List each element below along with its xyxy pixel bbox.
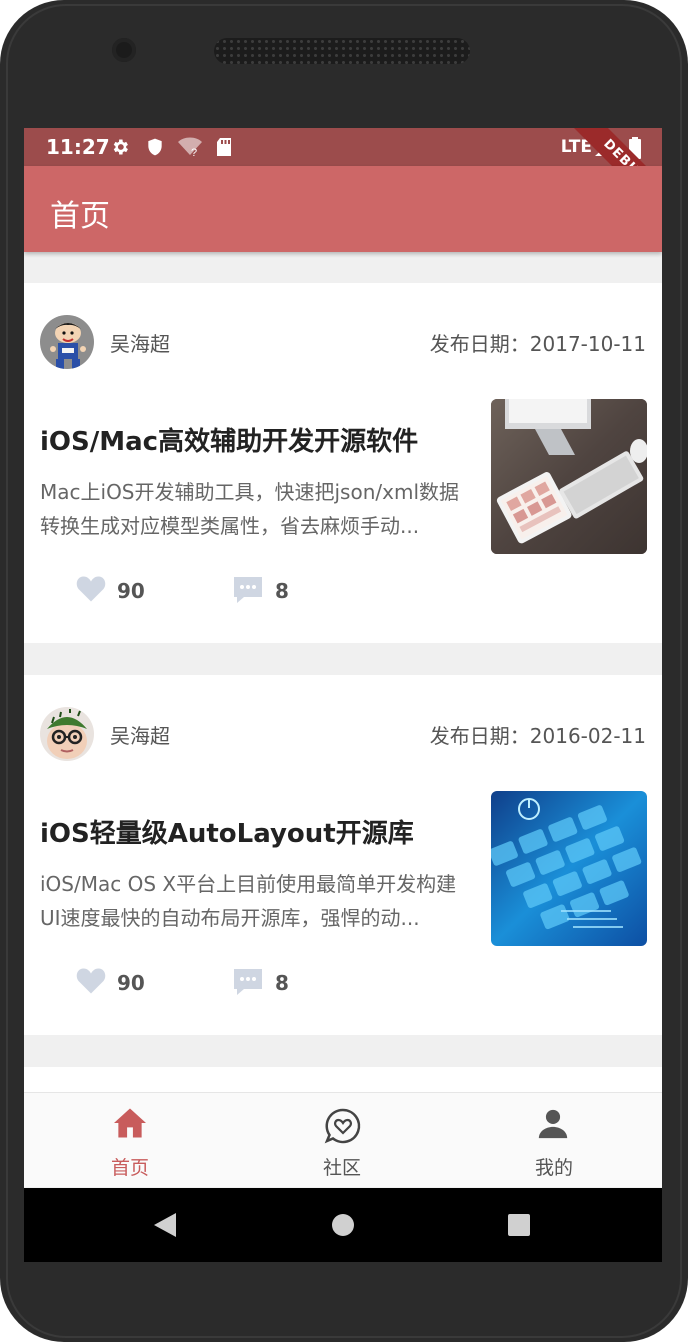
home-icon bbox=[114, 1108, 146, 1138]
status-time: 11:27 bbox=[46, 135, 110, 159]
author-avatar[interactable] bbox=[40, 707, 94, 761]
like-count: 90 bbox=[117, 971, 145, 995]
heart-icon[interactable] bbox=[76, 967, 106, 995]
nav-item-community[interactable]: 社区 bbox=[236, 1093, 448, 1187]
comment-icon[interactable] bbox=[232, 967, 264, 997]
comment-count: 8 bbox=[275, 579, 289, 603]
publish-date: 发布日期：2016-02-11 bbox=[429, 724, 646, 748]
gear-icon bbox=[113, 139, 128, 155]
wifi-unknown-icon: ? bbox=[178, 137, 202, 157]
bottom-navigation: 首页 社区 我的 bbox=[24, 1092, 662, 1187]
page-title: 首页 bbox=[50, 199, 110, 234]
phone-frame: 11:27 ? LTE DEBUG 首页 吴海超 发布日期：2017-10-11… bbox=[0, 0, 688, 1342]
heart-icon[interactable] bbox=[76, 575, 106, 603]
app-bar: 首页 bbox=[24, 166, 662, 252]
recents-icon[interactable] bbox=[507, 1213, 531, 1237]
earpiece-speaker bbox=[214, 38, 470, 64]
author-name[interactable]: 吴海超 bbox=[110, 328, 170, 357]
nav-item-home[interactable]: 首页 bbox=[24, 1093, 236, 1187]
app-screen: 11:27 ? LTE DEBUG 首页 吴海超 发布日期：2017-10-11… bbox=[24, 128, 662, 1262]
home-circle-icon[interactable] bbox=[330, 1212, 356, 1238]
article-card[interactable]: 吴海超 发布日期：2016-02-11 iOS轻量级AutoLayout开源库 … bbox=[24, 675, 662, 1035]
like-count: 90 bbox=[117, 579, 145, 603]
shield-icon bbox=[148, 138, 162, 156]
blue-keyboard-photo bbox=[491, 791, 647, 946]
system-nav-bar bbox=[24, 1188, 662, 1262]
back-icon[interactable] bbox=[152, 1212, 178, 1238]
nav-item-mine[interactable]: 我的 bbox=[448, 1093, 660, 1187]
author-avatar[interactable] bbox=[40, 315, 94, 369]
watermelon-baby-avatar bbox=[40, 707, 94, 761]
cartoon-boy-avatar bbox=[40, 315, 94, 369]
comment-icon[interactable] bbox=[232, 575, 264, 605]
article-summary[interactable]: iOS/Mac OS X平台上目前使用最简单开发构建UI速度最快的自动布局开源库… bbox=[40, 867, 470, 935]
nav-label-mine: 我的 bbox=[534, 1157, 573, 1179]
chat-heart-icon bbox=[324, 1108, 361, 1144]
article-thumbnail[interactable] bbox=[491, 791, 647, 946]
status-bar: 11:27 ? LTE DEBUG bbox=[24, 128, 662, 224]
author-name[interactable]: 吴海超 bbox=[110, 720, 170, 749]
article-title[interactable]: iOS/Mac高效辅助开发开源软件 bbox=[40, 421, 418, 458]
sd-card-icon bbox=[217, 138, 231, 156]
tablet-keyboard-photo bbox=[491, 399, 647, 554]
article-thumbnail[interactable] bbox=[491, 399, 647, 554]
publish-date: 发布日期：2017-10-11 bbox=[429, 332, 646, 356]
article-title[interactable]: iOS轻量级AutoLayout开源库 bbox=[40, 813, 414, 850]
article-card[interactable]: 吴海超 发布日期：2017-10-11 iOS/Mac高效辅助开发开源软件 Ma… bbox=[24, 283, 662, 643]
article-summary[interactable]: Mac上iOS开发辅助工具，快速把json/xml数据转换生成对应模型类属性，省… bbox=[40, 475, 470, 543]
person-icon bbox=[538, 1109, 568, 1139]
nav-label-home: 首页 bbox=[110, 1157, 149, 1179]
nav-label-community: 社区 bbox=[322, 1157, 361, 1179]
front-camera bbox=[112, 38, 136, 62]
svg-text:?: ? bbox=[191, 147, 197, 157]
comment-count: 8 bbox=[275, 971, 289, 995]
